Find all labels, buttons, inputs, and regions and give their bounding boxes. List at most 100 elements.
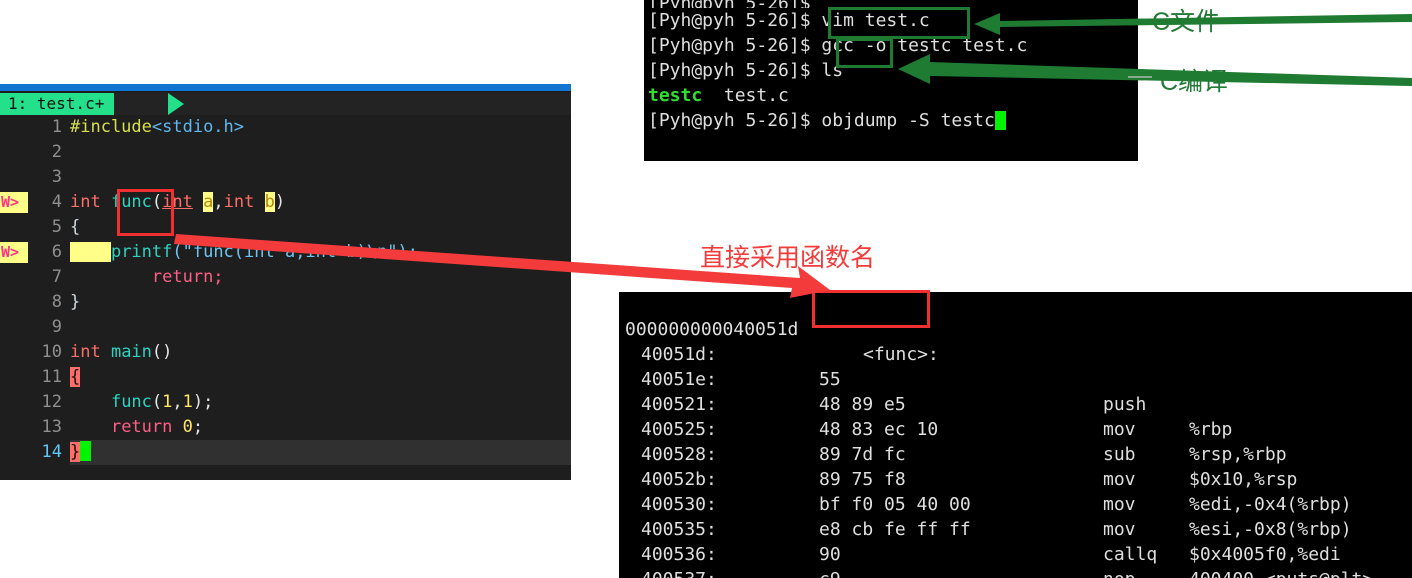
highlight-box-vim-command xyxy=(828,7,970,39)
comma: , xyxy=(213,192,224,212)
shell-prompt: [Pyh@pyh 5-26]$ xyxy=(648,110,822,131)
open-brace: { xyxy=(70,217,81,237)
code-line: 12 func(1,1); xyxy=(0,390,571,415)
function-name-main: main xyxy=(110,342,152,362)
include-header: <stdio.h> xyxy=(151,117,245,137)
arg-2: 1 xyxy=(182,392,193,412)
instruction-bytes: c9 xyxy=(819,567,841,578)
code-area[interactable]: 1 #include<stdio.h> 2 3 W> 4 int func(in… xyxy=(0,115,571,480)
vim-editor-window: 1: test.c+ 1 #include<stdio.h> 2 3 W> 4 … xyxy=(0,84,571,480)
comma: , xyxy=(172,392,183,412)
instruction-address: 400537: xyxy=(641,567,717,578)
line-text: } xyxy=(70,440,92,465)
objdump-row: 400537: c3 retq xyxy=(619,542,1412,578)
line-text: int main() xyxy=(70,340,172,365)
instruction-mnemonic: nop xyxy=(1103,567,1136,578)
code-line: 1 #include<stdio.h> xyxy=(0,115,571,140)
line-number: 7 xyxy=(51,267,62,287)
highlight-box-gcc-command xyxy=(836,38,893,68)
line-number: 1 xyxy=(51,117,62,137)
keyword-int: int xyxy=(70,342,111,362)
objdump-row: 400530: e8 cb fe ff ff callq 400400 <put… xyxy=(619,467,1412,578)
ls-executable-testc: testc xyxy=(648,85,703,106)
function-call-func: func xyxy=(110,392,152,412)
objdump-row: 400536: c9 leaveq xyxy=(619,517,1412,578)
keyword-int: int xyxy=(70,192,111,212)
return-value: 0 xyxy=(182,417,193,437)
return-statement: return; xyxy=(151,267,224,287)
parens: () xyxy=(151,342,173,362)
ls-source-test-c: test.c xyxy=(723,85,789,106)
tab-arrow-icon xyxy=(168,93,184,115)
line-number: 11 xyxy=(41,367,62,387)
line-number-current: 14 xyxy=(41,442,62,462)
line-text: func(1,1); xyxy=(70,390,213,415)
shell-prompt: [Pyh@pyh 5-26]$ xyxy=(648,10,822,31)
return-keyword: return xyxy=(110,417,183,437)
line-number: 13 xyxy=(41,417,62,437)
objdump-output-window[interactable]: 000000000040051d <func>: 40051d: 55 push… xyxy=(619,292,1412,578)
indent-highlight xyxy=(70,242,111,262)
objdump-row: 400528: 89 75 f8 mov %esi,-0x8(%rbp) xyxy=(619,417,1412,540)
line-number: 10 xyxy=(41,342,62,362)
semicolon: ; xyxy=(192,417,204,437)
line-number: 2 xyxy=(51,142,62,162)
code-line: 3 xyxy=(0,165,571,190)
highlight-box-func-definition xyxy=(117,189,174,236)
terminal-ls-output: testc test.c xyxy=(644,83,1138,108)
editor-title-bar xyxy=(0,84,571,91)
annotation-c-file: C文件 xyxy=(1152,8,1221,36)
code-line: 2 xyxy=(0,140,571,165)
terminal-line: [Pyh@pyh 5-26]$ objdump -S testc xyxy=(644,108,1138,133)
line-number: 4 xyxy=(51,192,62,212)
annotation-use-function-name: 直接采用函数名 xyxy=(700,244,876,272)
objdump-row: 40052b: bf f0 05 40 00 mov $0x4005f0,%ed… xyxy=(619,442,1412,565)
terminal-cursor xyxy=(994,111,1006,130)
shell-prompt: [Pyh@pyh 5-26]$ xyxy=(648,60,822,81)
objdump-row: 40051e: 48 89 e5 mov %rsp,%rbp xyxy=(619,342,1412,465)
line-text: #include<stdio.h> xyxy=(70,115,244,140)
text-cursor xyxy=(80,441,92,461)
paren-semicolon: ); xyxy=(192,392,214,412)
matching-brace-highlight: } xyxy=(70,442,81,462)
shell-command-objdump: objdump -S testc xyxy=(821,110,995,131)
code-line: 11 { xyxy=(0,365,571,390)
screenshot-root: 1: test.c+ 1 #include<stdio.h> 2 3 W> 4 … xyxy=(0,0,1412,578)
function-name-printf: printf xyxy=(110,242,173,262)
param-a-highlight: a xyxy=(203,192,214,212)
instruction-operands: 400400 <puts@plt> xyxy=(1189,567,1373,578)
code-line-current: 14 } xyxy=(0,440,571,465)
code-line: W> 6 printf("func(int a,int b)\n"); xyxy=(0,240,571,265)
keyword-int: int xyxy=(223,192,255,212)
close-brace: } xyxy=(70,292,81,312)
line-text: { xyxy=(70,215,80,240)
objdump-row: 400535: 90 nop xyxy=(619,492,1412,578)
code-line: 5 { xyxy=(0,215,571,240)
annotation-c-compile: C编译 xyxy=(1160,68,1229,96)
paren: ( xyxy=(151,392,163,412)
line-text: { xyxy=(70,365,81,390)
code-line: 7 return; xyxy=(0,265,571,290)
line-number: 8 xyxy=(51,292,62,312)
current-line-highlight xyxy=(70,440,571,465)
code-line: 10 int main() xyxy=(0,340,571,365)
code-line: 13 return 0; xyxy=(0,415,571,440)
objdump-section-header: 000000000040051d <func>: xyxy=(619,292,1412,365)
printf-arguments: ("func(int a,int b)\n"); xyxy=(172,242,419,262)
editor-tab-line: 1: test.c+ xyxy=(0,93,571,115)
line-number: 3 xyxy=(51,167,62,187)
line-number: 6 xyxy=(51,242,62,262)
shell-prompt: [Pyh@pyh 5-26]$ xyxy=(648,35,822,56)
objdump-row: 40051d: 55 push %rbp xyxy=(619,317,1412,440)
line-number: 12 xyxy=(41,392,62,412)
code-line: 9 xyxy=(0,315,571,340)
code-line: 8 } xyxy=(0,290,571,315)
code-line: W> 4 int func(int a,int b) xyxy=(0,190,571,215)
line-text: printf("func(int a,int b)\n"); xyxy=(70,240,418,265)
editor-tab-test-c[interactable]: 1: test.c+ xyxy=(0,93,115,115)
line-text: } xyxy=(70,290,80,315)
objdump-row: 400521: 48 83 ec 10 sub $0x10,%rsp xyxy=(619,367,1412,490)
